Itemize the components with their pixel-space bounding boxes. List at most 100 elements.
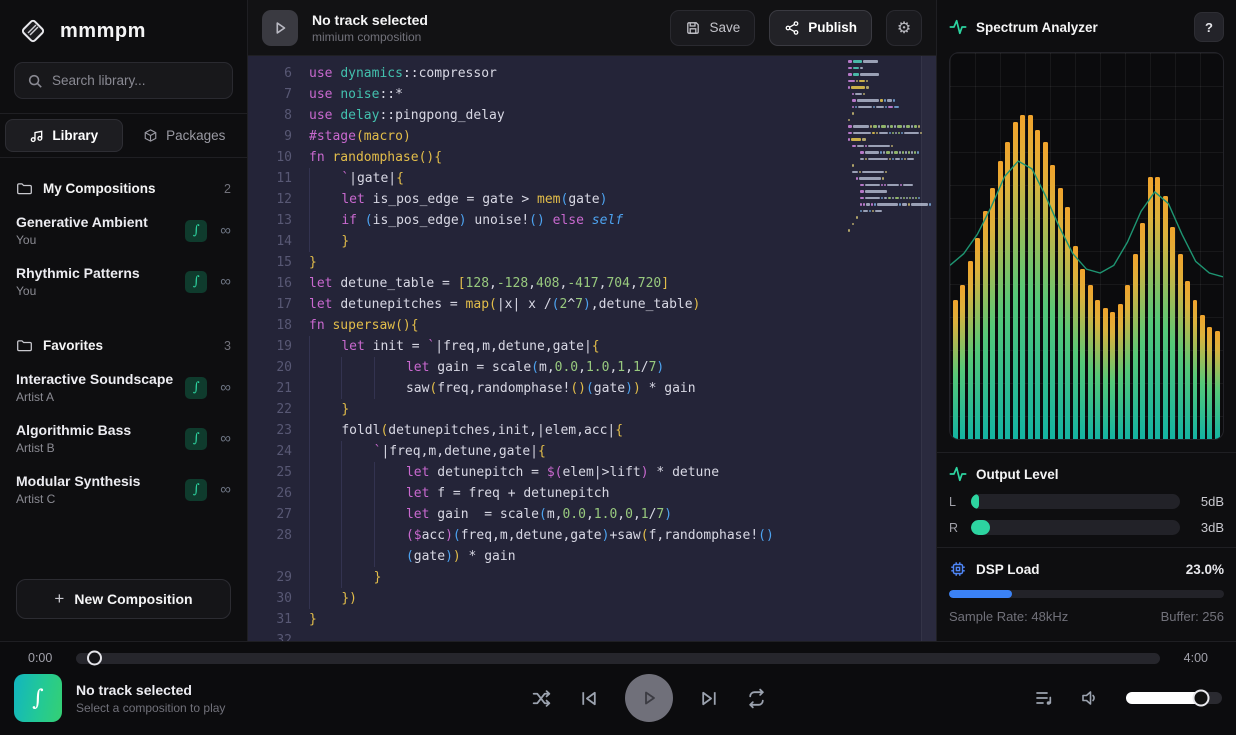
volume-knob[interactable]	[1192, 690, 1209, 707]
dsp-load-fill	[949, 590, 1012, 598]
meter-value-r: 3dB	[1190, 520, 1224, 535]
section-count: 2	[224, 182, 231, 196]
shuffle-icon	[531, 688, 552, 709]
gear-icon: ⚙	[897, 18, 911, 38]
meter-track-l	[971, 494, 1180, 509]
code-line: 9#stage(macro)	[258, 126, 936, 147]
sidebar-tabs: Library Packages	[0, 113, 247, 158]
list-item-rhythmic-patterns[interactable]: Rhythmic Patterns You ∫ ∞	[0, 256, 247, 307]
code-line: 15}	[258, 252, 936, 273]
save-label: Save	[709, 20, 740, 35]
previous-track-button[interactable]	[578, 688, 599, 709]
app-logo-icon	[18, 16, 48, 46]
meter-fill-r	[971, 520, 990, 535]
infinity-icon: ∞	[220, 379, 231, 396]
composition-title: Generative Ambient	[16, 214, 185, 230]
list-item-generative-ambient[interactable]: Generative Ambient You ∫ ∞	[0, 205, 247, 256]
editor-minimap[interactable]	[848, 60, 916, 242]
code-editor[interactable]: 6use dynamics::compressor7use noise::*8u…	[248, 56, 936, 641]
skip-back-icon	[578, 688, 599, 709]
code-line: 30 })	[258, 588, 936, 609]
code-line: 14 }	[258, 231, 936, 252]
volume-slider[interactable]	[1126, 692, 1222, 704]
new-composition-button[interactable]: + New Composition	[16, 579, 231, 619]
seek-knob[interactable]	[87, 651, 102, 666]
speaker-icon	[1080, 688, 1100, 708]
tab-packages[interactable]: Packages	[127, 119, 243, 152]
infinity-icon: ∞	[220, 222, 231, 239]
analysis-panel: Spectrum Analyzer ? Output Level L	[936, 0, 1236, 641]
code-line: 7use noise::*	[258, 84, 936, 105]
code-line: 18fn supersaw(){	[258, 315, 936, 336]
composition-title: Algorithmic Bass	[16, 422, 185, 438]
app-logo-row: mmmpm	[0, 0, 247, 60]
composition-title: Rhythmic Patterns	[16, 265, 185, 281]
next-track-button[interactable]	[699, 688, 720, 709]
code-line: 27 let gain = scale(m,0.0,1.0,0,1/7)	[258, 504, 936, 525]
buffer-label: Buffer: 256	[1161, 609, 1224, 624]
list-item-interactive-soundscape[interactable]: Interactive Soundscape Artist A ∫ ∞	[0, 362, 247, 413]
play-button[interactable]	[625, 674, 673, 722]
code-line: 32	[258, 630, 936, 641]
search-box[interactable]	[14, 62, 233, 99]
shuffle-button[interactable]	[531, 688, 552, 709]
publish-button[interactable]: Publish	[769, 10, 872, 46]
list-item-modular-synthesis[interactable]: Modular Synthesis Artist C ∫ ∞	[0, 464, 247, 515]
composition-artist: Artist A	[16, 390, 185, 404]
queue-music-icon	[1034, 688, 1054, 708]
now-playing-art: ∫	[14, 674, 62, 722]
tab-packages-label: Packages	[166, 128, 225, 143]
code-line: 31}	[258, 609, 936, 630]
queue-button[interactable]	[1034, 688, 1054, 708]
player-bar: 0:00 4:00 ∫ No track selected Select a c…	[0, 641, 1236, 735]
mimium-badge-icon: ∫	[185, 377, 207, 399]
header-play-button[interactable]	[262, 10, 298, 46]
library-list: My Compositions 2 Generative Ambient You…	[0, 158, 247, 565]
code-line: 8use delay::pingpong_delay	[258, 105, 936, 126]
mimium-badge-icon: ∫	[185, 428, 207, 450]
seek-bar[interactable]	[76, 653, 1160, 664]
code-line: 29 }	[258, 567, 936, 588]
code-line: 26 let f = freq + detunepitch	[258, 483, 936, 504]
volume-button[interactable]	[1080, 688, 1100, 708]
new-composition-label: New Composition	[74, 591, 192, 607]
output-level-title: Output Level	[976, 467, 1224, 482]
now-playing-subtitle: Select a composition to play	[76, 701, 316, 715]
spectrum-title: Spectrum Analyzer	[976, 20, 1185, 35]
app-window: mmmpm Library	[0, 0, 1236, 735]
settings-button[interactable]: ⚙	[886, 10, 922, 46]
mimium-badge-icon: ∫	[185, 271, 207, 293]
search-icon	[27, 73, 43, 89]
tab-library[interactable]: Library	[5, 119, 123, 152]
repeat-button[interactable]	[746, 688, 767, 709]
now-playing-title: No track selected	[76, 682, 316, 698]
search-input[interactable]	[52, 73, 220, 88]
composition-title: Modular Synthesis	[16, 473, 185, 489]
code-line: 25 let detunepitch = $(elem|>lift) * det…	[258, 462, 936, 483]
code-line: 21 saw(freq,randomphase!()(gate)) * gain	[258, 378, 936, 399]
play-icon	[639, 688, 659, 708]
dsp-load-section: DSP Load 23.0% Sample Rate: 48kHz Buffer…	[937, 547, 1236, 641]
volume-controls	[982, 688, 1222, 708]
composition-title: Interactive Soundscape	[16, 371, 185, 387]
code-line: 13 if (is_pos_edge) unoise!() else self	[258, 210, 936, 231]
meter-value-l: 5dB	[1190, 494, 1224, 509]
meter-row-left: L 5dB	[949, 494, 1224, 509]
composition-artist: Artist B	[16, 441, 185, 455]
infinity-icon: ∞	[220, 430, 231, 447]
composition-artist: You	[16, 284, 185, 298]
meter-label-r: R	[949, 521, 961, 535]
waveform-icon	[949, 18, 967, 36]
code-line: 12 let is_pos_edge = gate > mem(gate)	[258, 189, 936, 210]
code-line: 16let detune_table = [128,-128,408,-417,…	[258, 273, 936, 294]
folder-icon	[16, 337, 33, 354]
section-count: 3	[224, 339, 231, 353]
main-area: No track selected mimium composition Sav…	[248, 0, 936, 641]
composition-artist: Artist C	[16, 492, 185, 506]
transport-controls	[316, 674, 982, 722]
help-button[interactable]: ?	[1194, 12, 1224, 42]
waveform-icon	[949, 465, 967, 483]
editor-scrollbar[interactable]	[921, 56, 936, 641]
list-item-algorithmic-bass[interactable]: Algorithmic Bass Artist B ∫ ∞	[0, 413, 247, 464]
save-button[interactable]: Save	[670, 10, 755, 46]
